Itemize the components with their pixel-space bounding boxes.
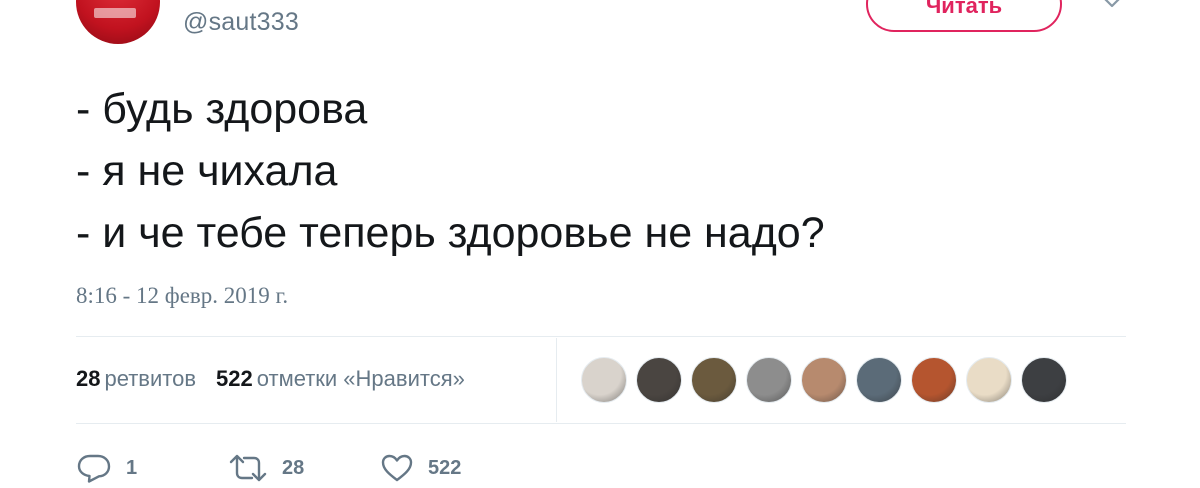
reply-count: 1 [126,456,138,479]
more-menu-button[interactable] [1100,0,1124,14]
follow-button[interactable]: Читать [866,0,1062,32]
liker-avatar-dog[interactable] [581,357,627,403]
author-handle[interactable]: @saut333 [183,8,299,37]
retweet-count: 28 [282,456,305,479]
liker-avatar-earrings[interactable] [966,357,1012,403]
divider [76,336,1126,337]
retweets-count: 28 [76,366,101,391]
tweet-line: - и че тебе теперь здоровье не надо? [76,209,825,257]
shirt-logo [94,8,136,18]
chevron-down-icon [1104,0,1120,8]
reply-button[interactable]: 1 [76,448,137,488]
retweets-label: ретвитов [104,366,197,391]
retweet-icon [229,454,267,482]
divider [556,338,557,422]
liker-avatar-bearded[interactable] [1021,357,1067,403]
author-avatar[interactable] [76,0,160,44]
likes-stat[interactable]: 522 отметки «Нравится» [216,366,465,391]
likes-count: 522 [216,366,253,391]
divider [76,423,1126,424]
like-button[interactable]: 522 [380,448,461,488]
liker-avatar-bw[interactable] [746,357,792,403]
reply-icon [77,454,111,483]
liker-avatar-face[interactable] [636,357,682,403]
liker-avatar-sunglasses[interactable] [801,357,847,403]
liker-avatar-colorful[interactable] [911,357,957,403]
retweet-button[interactable]: 28 [228,448,304,488]
heart-icon [381,454,413,482]
liker-avatars [581,357,1076,403]
retweets-stat[interactable]: 28 ретвитов [76,366,196,391]
tweet-line: - я не чихала [76,147,338,195]
tweet-line: - будь здорова [76,85,368,133]
tweet-timestamp[interactable]: 8:16 - 12 февр. 2019 г. [76,283,288,309]
likes-label: отметки «Нравится» [256,366,465,391]
liker-avatar-man[interactable] [691,357,737,403]
tweet-text: - будь здорова - я не чихала - и че тебе… [76,78,825,264]
liker-avatar-landscape[interactable] [856,357,902,403]
like-count: 522 [428,456,462,479]
tweet-stats: 28 ретвитов 522 отметки «Нравится» [76,366,465,392]
